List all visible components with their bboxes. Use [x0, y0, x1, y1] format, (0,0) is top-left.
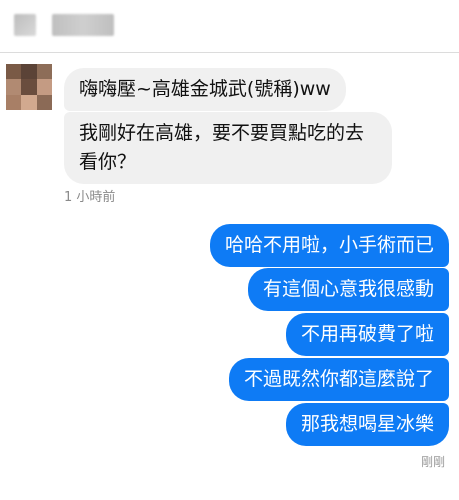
- header-avatar-blurred[interactable]: [14, 14, 36, 36]
- chat-header: [0, 0, 459, 53]
- avatar-pixel: [36, 79, 52, 95]
- outgoing-message[interactable]: 有這個心意我很感動: [247, 268, 449, 311]
- sent-status: 剛剛: [420, 455, 445, 469]
- avatar-pixel: [36, 94, 52, 110]
- message-timestamp: 1 小時前: [64, 190, 116, 205]
- incoming-message[interactable]: 我剛好在高雄，要不要買點吃的去看你？: [64, 112, 392, 184]
- avatar-pixel: [36, 64, 52, 80]
- avatar-pixel: [6, 79, 22, 95]
- outgoing-message[interactable]: 哈哈不用啦，小手術而已: [209, 224, 449, 267]
- outgoing-message[interactable]: 那我想喝星冰樂: [285, 403, 449, 446]
- chat-screen: 嗨嗨壓~高雄金城武(號稱)ww 我剛好在高雄，要不要買點吃的去看你？ 1 小時前…: [0, 0, 459, 500]
- avatar-pixel: [21, 94, 37, 110]
- avatar-pixel: [21, 79, 37, 95]
- outgoing-message[interactable]: 不過既然你都這麼說了: [228, 358, 449, 401]
- avatar-pixel: [21, 64, 37, 80]
- header-name-blurred[interactable]: [52, 14, 114, 36]
- avatar-pixel: [6, 94, 22, 110]
- avatar-pixel: [6, 64, 22, 80]
- contact-avatar[interactable]: [6, 64, 52, 110]
- outgoing-message[interactable]: 不用再破費了啦: [285, 313, 449, 356]
- incoming-message[interactable]: 嗨嗨壓~高雄金城武(號稱)ww: [64, 68, 346, 111]
